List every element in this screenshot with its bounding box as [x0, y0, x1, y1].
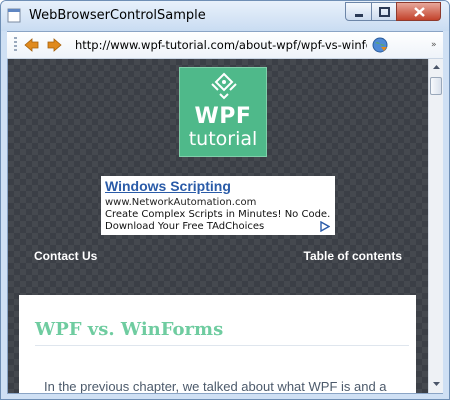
scroll-up-icon[interactable]: [430, 61, 443, 74]
app-window-icon: [7, 8, 21, 23]
back-arrow-icon[interactable]: [24, 38, 40, 52]
window-title: WebBrowserControlSample: [29, 8, 206, 23]
scrollbar-thumb[interactable]: [430, 77, 442, 95]
close-icon: [414, 7, 425, 17]
article-card: WPF vs. WinForms In the previous chapter…: [19, 295, 416, 393]
title-divider: [35, 345, 409, 346]
wpf-tutorial-logo[interactable]: WPF tutorial: [179, 67, 267, 157]
advertisement[interactable]: Windows Scripting www.NetworkAutomation.…: [101, 176, 335, 235]
article-title: WPF vs. WinForms: [35, 319, 224, 340]
maximize-icon: [379, 7, 390, 17]
ad-description: Create Complex Scripts in Minutes! No Co…: [105, 209, 331, 232]
article-intro: In the previous chapter, we talked about…: [44, 379, 387, 393]
ad-title-link[interactable]: Windows Scripting: [105, 178, 231, 194]
toolbar-overflow-icon[interactable]: »: [431, 40, 437, 50]
close-button[interactable]: [396, 2, 441, 21]
minimize-button[interactable]: [345, 2, 372, 21]
adchoices-icon[interactable]: [319, 221, 330, 232]
logo-wpf-text: WPF: [194, 104, 252, 129]
title-bar[interactable]: WebBrowserControlSample: [1, 1, 449, 31]
vertical-scrollbar[interactable]: [428, 59, 443, 393]
go-globe-icon[interactable]: [371, 36, 389, 54]
nav-contact-us[interactable]: Contact Us: [34, 249, 97, 263]
address-bar[interactable]: http://www.wpf-tutorial.com/about-wpf/wp…: [75, 38, 367, 52]
ad-url[interactable]: www.NetworkAutomation.com: [105, 197, 256, 208]
minimize-icon: [355, 14, 363, 17]
browser-toolbar: http://www.wpf-tutorial.com/about-wpf/wp…: [7, 32, 443, 59]
forward-arrow-icon[interactable]: [46, 38, 62, 52]
web-content[interactable]: WPF tutorial Windows Scripting www.Netwo…: [8, 59, 428, 393]
logo-diamond-icon: [211, 72, 237, 100]
scroll-down-icon[interactable]: [430, 377, 443, 390]
maximize-button[interactable]: [371, 2, 397, 21]
toolbar-grip[interactable]: [14, 37, 17, 53]
logo-tutorial-text: tutorial: [188, 128, 258, 150]
app-window: WebBrowserControlSample http://www.wpf-t…: [0, 0, 450, 400]
nav-table-of-contents[interactable]: Table of contents: [304, 249, 402, 263]
